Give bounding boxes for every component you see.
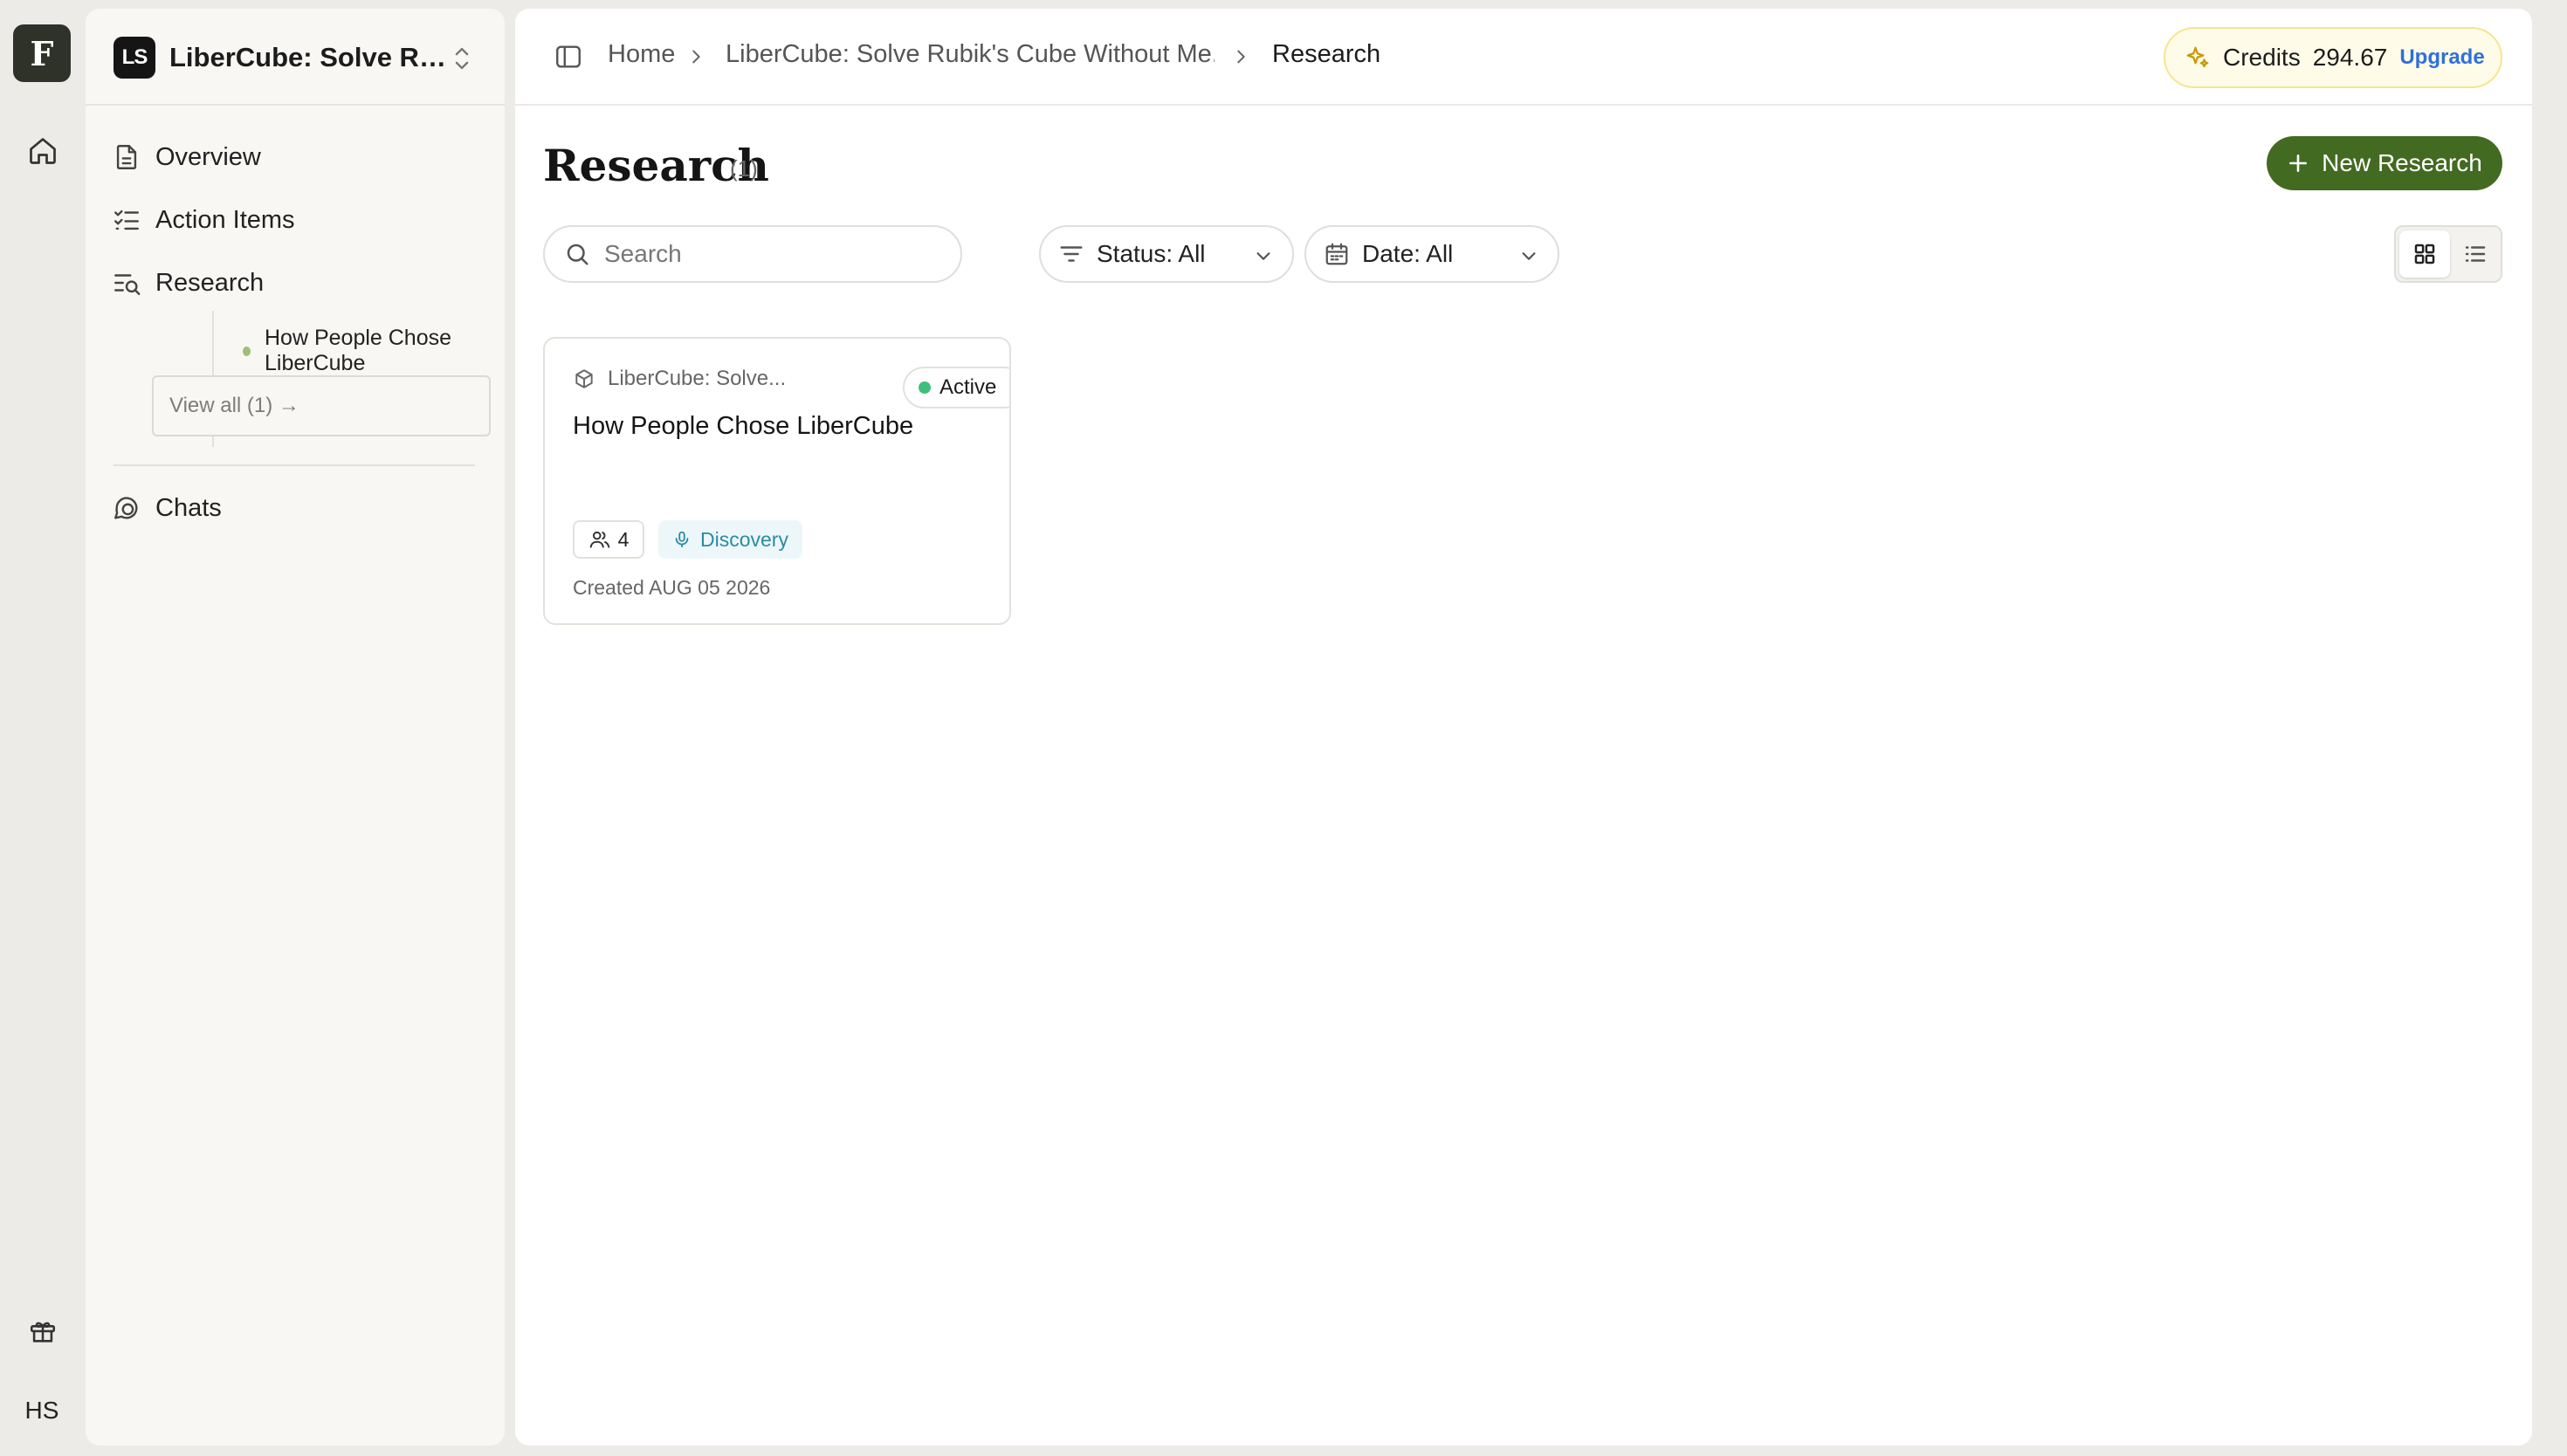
sidebar-item-label: Research xyxy=(155,268,265,297)
credits-label: Credits xyxy=(2223,44,2301,71)
home-icon[interactable] xyxy=(27,135,58,167)
status-dot xyxy=(243,346,251,356)
filter-icon xyxy=(1058,241,1084,267)
app-logo[interactable]: F xyxy=(13,24,71,82)
sidebar-item-label: Chats xyxy=(155,493,222,522)
new-research-button[interactable]: New Research xyxy=(2267,136,2502,190)
sidebar-subitem-research[interactable]: How People Chose LiberCube xyxy=(243,326,505,375)
sidebar-item-label: Action Items xyxy=(155,205,295,234)
chat-icon xyxy=(112,493,141,523)
status-badge: Active xyxy=(903,367,1009,409)
breadcrumb-home[interactable]: Home xyxy=(608,40,675,69)
search-list-icon xyxy=(112,268,141,298)
created-date: Created AUG 05 2026 xyxy=(573,576,771,599)
sidebar-item-label: Overview xyxy=(155,142,261,171)
microphone-icon xyxy=(675,531,689,548)
grid-icon xyxy=(2414,244,2435,264)
sidebar-item-overview[interactable]: Overview xyxy=(112,133,478,182)
status-dot xyxy=(919,381,931,394)
new-research-label: New Research xyxy=(2322,149,2482,176)
chevron-down-icon xyxy=(1519,246,1538,265)
workspace-badge: LS xyxy=(114,37,155,79)
workspace-switcher[interactable]: LS LiberCube: Solve Ru... xyxy=(86,9,505,106)
status-filter[interactable]: Status: All xyxy=(1039,225,1294,283)
sidebar-item-chats[interactable]: Chats xyxy=(112,484,478,532)
calendar-icon xyxy=(1324,241,1350,267)
icon-rail: F HS xyxy=(0,0,86,1456)
discovery-label: Discovery xyxy=(700,527,788,551)
user-avatar[interactable]: HS xyxy=(0,1397,84,1425)
card-project: LiberCube: Solve... xyxy=(573,367,800,391)
workspace-name: LiberCube: Solve Ru... xyxy=(169,42,449,72)
sparkle-icon xyxy=(2185,45,2211,71)
plus-icon xyxy=(2287,152,2309,175)
view-all-button[interactable]: View all (1) → xyxy=(152,375,491,436)
sidebar: LS LiberCube: Solve Ru... Overview Actio… xyxy=(86,9,505,1446)
breadcrumb-current: Research xyxy=(1272,40,1381,68)
credits-value: 294.67 xyxy=(2312,44,2388,71)
credits-pill: Credits 294.67 Upgrade xyxy=(2164,27,2502,88)
people-icon xyxy=(589,531,609,548)
search-icon xyxy=(564,241,590,267)
date-filter[interactable]: Date: All xyxy=(1304,225,1559,283)
chevron-right-icon xyxy=(1231,47,1250,66)
search-input[interactable] xyxy=(604,240,953,268)
top-bar: Home LiberCube: Solve Rubik's Cube Witho… xyxy=(515,9,2532,106)
cube-icon xyxy=(573,367,595,390)
status-filter-label: Status: All xyxy=(1097,240,1206,267)
divider xyxy=(114,464,475,466)
status-text: Active xyxy=(939,375,997,399)
sidebar-item-action-items[interactable]: Action Items xyxy=(112,196,478,244)
page-count: (1) xyxy=(730,155,758,182)
sidebar-subitem-label: How People Chose LiberCube xyxy=(265,326,452,375)
sidebar-item-research[interactable]: Research xyxy=(112,258,478,307)
chevron-right-icon xyxy=(686,47,705,66)
gift-icon[interactable] xyxy=(28,1316,58,1346)
card-project-name: LiberCube: Solve... xyxy=(608,367,787,390)
date-filter-label: Date: All xyxy=(1362,240,1454,267)
participants-count: 4 xyxy=(617,527,630,551)
search-field[interactable] xyxy=(543,225,962,283)
list-icon xyxy=(2465,246,2486,262)
breadcrumb-project[interactable]: LiberCube: Solve Rubik's Cube Without Me… xyxy=(726,40,1215,69)
grid-view-button[interactable] xyxy=(2399,230,2450,278)
sidebar-toggle-icon[interactable] xyxy=(554,42,583,72)
main-panel: Home LiberCube: Solve Rubik's Cube Witho… xyxy=(515,9,2532,1446)
view-toggle xyxy=(2394,225,2502,283)
list-view-button[interactable] xyxy=(2452,230,2499,278)
card-title[interactable]: How People Chose LiberCube xyxy=(573,412,913,441)
document-icon xyxy=(112,142,141,172)
chevron-down-icon xyxy=(1254,246,1273,265)
upgrade-link[interactable]: Upgrade xyxy=(2399,45,2484,70)
research-card[interactable]: LiberCube: Solve... Active How People Ch… xyxy=(543,337,1011,625)
discovery-chip: Discovery xyxy=(658,520,802,559)
participants-chip: 4 xyxy=(573,520,644,559)
checklist-icon xyxy=(112,205,141,235)
chevron-up-down-icon[interactable] xyxy=(449,44,475,73)
